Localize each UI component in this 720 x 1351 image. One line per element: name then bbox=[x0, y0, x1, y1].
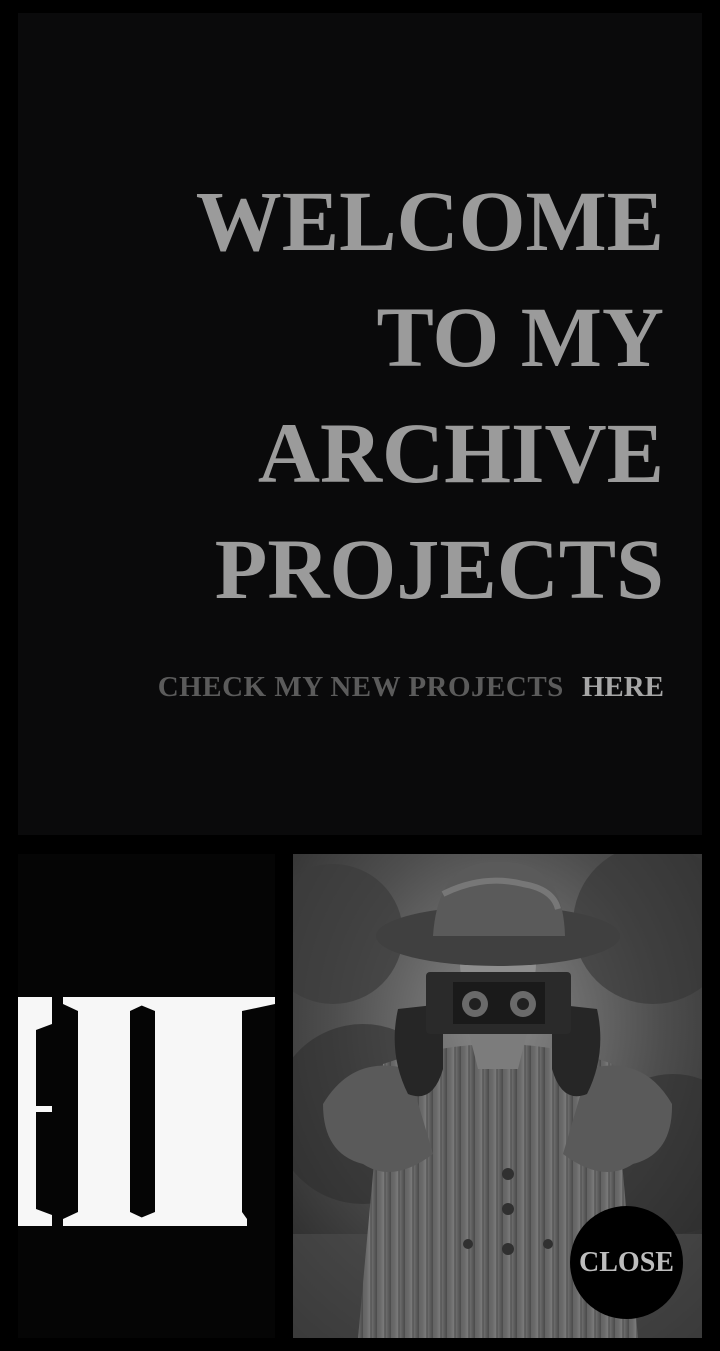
decorative-letter-panel: II bbox=[18, 854, 275, 1338]
cta-text: CHECK MY NEW PROJECTS bbox=[157, 671, 564, 703]
close-button[interactable]: CLOSE bbox=[570, 1206, 683, 1319]
hero-title-line-4: PROJECTS bbox=[214, 521, 664, 617]
cta-row: CHECK MY NEW PROJECTS HERE bbox=[158, 665, 664, 709]
decorative-letters-graphic: II bbox=[18, 997, 275, 1226]
hero-title-line-1: WELCOME bbox=[195, 173, 664, 269]
hero-title: WELCOME TO MY ARCHIVE PROJECTS bbox=[196, 163, 664, 627]
hero-title-line-3: ARCHIVE bbox=[257, 405, 664, 501]
cta-here-link[interactable]: HERE bbox=[582, 671, 664, 703]
hero-title-line-2: TO MY bbox=[376, 289, 664, 385]
hero-panel: WELCOME TO MY ARCHIVE PROJECTS CHECK MY … bbox=[18, 13, 702, 835]
